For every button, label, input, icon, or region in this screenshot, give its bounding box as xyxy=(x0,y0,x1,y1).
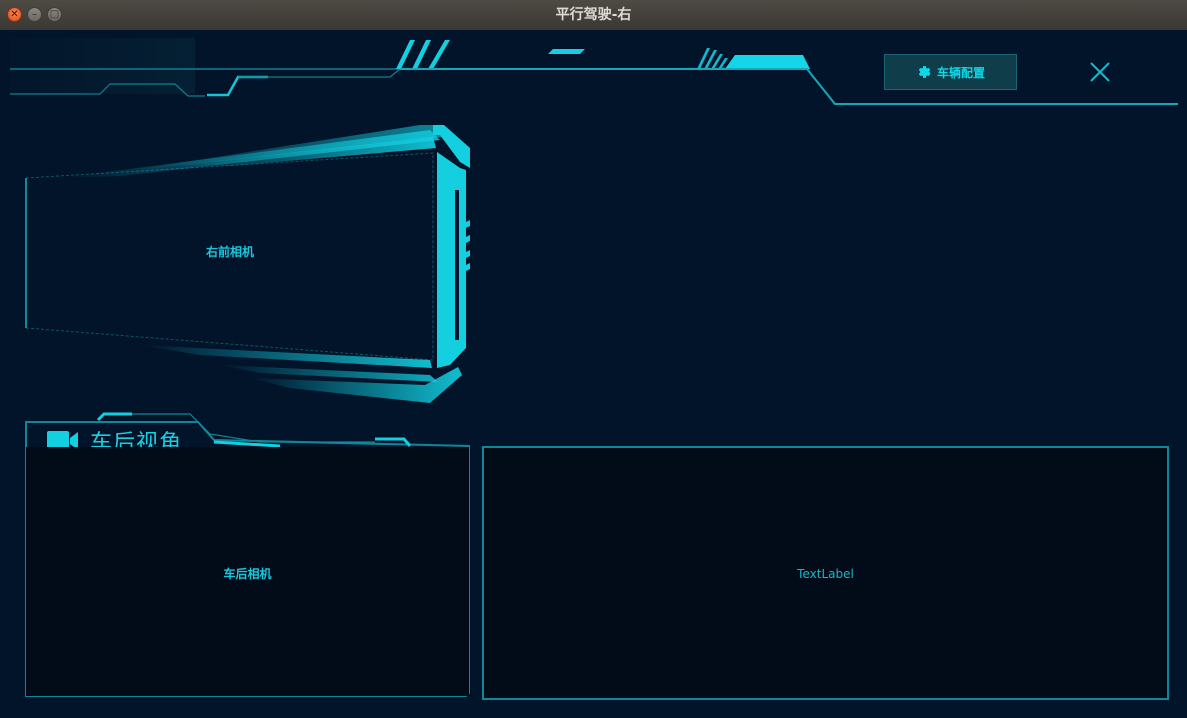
rear-camera-label: 车后相机 xyxy=(223,567,272,581)
text-label: TextLabel xyxy=(797,567,854,581)
main-content: 车辆配置 右前相机 车后视角 车后相机 TextLabel xyxy=(0,30,1187,718)
close-icon[interactable] xyxy=(1088,60,1112,84)
window-titlebar: ✕ – □ 平行驾驶-右 xyxy=(0,0,1187,31)
window-title: 平行驾驶-右 xyxy=(555,7,632,23)
gear-icon xyxy=(918,66,931,78)
front-camera-label: 右前相机 xyxy=(205,245,254,259)
vehicle-config-button[interactable]: 车辆配置 xyxy=(884,54,1017,90)
right-display-panel: TextLabel xyxy=(482,446,1169,700)
vehicle-config-label: 车辆配置 xyxy=(936,65,985,80)
